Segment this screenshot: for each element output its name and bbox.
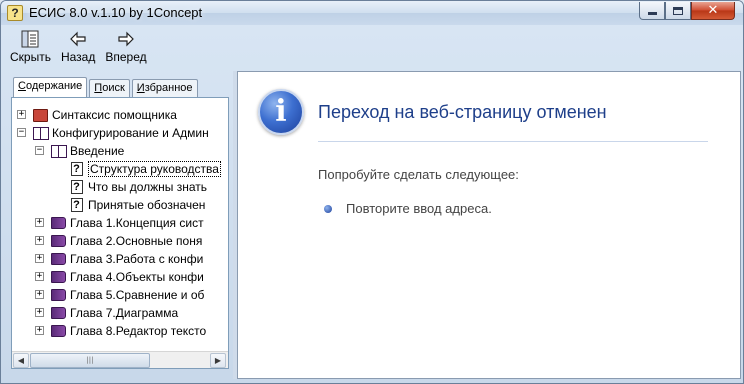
app-icon: ? xyxy=(7,5,23,21)
expand-toggle[interactable]: + xyxy=(35,254,44,263)
tab-contents-accel: С xyxy=(18,80,26,92)
tree-item-label: Глава 2.Основные поня xyxy=(70,234,203,248)
forward-button[interactable]: Вперед xyxy=(100,27,151,67)
page-title: Переход на веб-страницу отменен xyxy=(318,102,607,122)
hide-button[interactable]: Скрыть xyxy=(5,27,56,67)
tree-item-label: Введение xyxy=(70,144,125,158)
minimize-icon xyxy=(647,12,657,15)
tree-item[interactable]: Глава 1.Концепция сист xyxy=(50,214,204,232)
tree-item-label: Глава 3.Работа с конфи xyxy=(70,252,204,266)
tree-item[interactable]: Глава 4.Объекты конфи xyxy=(50,268,204,286)
forward-arrow-icon xyxy=(117,29,135,49)
expand-toggle[interactable]: + xyxy=(35,218,44,227)
tree-item[interactable]: Глава 5.Сравнение и об xyxy=(50,286,204,304)
tree-item[interactable]: Синтаксис помощника xyxy=(32,106,177,124)
closed-book-icon xyxy=(50,252,67,267)
tree-item-label: Принятые обозначен xyxy=(88,198,206,212)
help-window: ? ЕСИС 8.0 v.1.10 by 1Concept ✕ Скрыть Н… xyxy=(0,0,744,384)
back-button[interactable]: Назад xyxy=(56,27,100,67)
closed-book-icon xyxy=(50,324,67,339)
tab-search[interactable]: Поиск xyxy=(89,79,130,98)
tree-item-label: Синтаксис помощника xyxy=(52,108,177,122)
help-page-icon: ? xyxy=(68,198,85,213)
closed-book-icon xyxy=(50,270,67,285)
maximize-button[interactable] xyxy=(665,2,691,20)
maximize-icon xyxy=(673,6,683,15)
tree-item[interactable]: ? Принятые обозначен xyxy=(68,196,205,214)
closed-book-icon xyxy=(50,306,67,321)
suggestion-heading: Попробуйте сделать следующее: xyxy=(318,167,519,182)
horizontal-scrollbar[interactable]: ◀ ||| ▶ xyxy=(12,351,228,368)
info-icon: i xyxy=(258,89,304,135)
scroll-thumb[interactable]: ||| xyxy=(30,353,150,368)
expand-toggle[interactable]: + xyxy=(17,110,26,119)
closed-book-icon xyxy=(50,234,67,249)
tree-item[interactable]: Глава 8.Редактор тексто xyxy=(50,322,206,340)
open-book-icon xyxy=(50,144,67,159)
closed-book-icon xyxy=(50,288,67,303)
tree-item[interactable]: Введение xyxy=(50,142,124,160)
minimize-button[interactable] xyxy=(639,2,665,20)
hide-label: Скрыть xyxy=(10,50,51,64)
tree-item-label: Что вы должны знать xyxy=(88,180,208,194)
collapse-toggle[interactable]: − xyxy=(35,146,44,155)
window-controls: ✕ xyxy=(639,2,735,20)
contents-tree[interactable]: + Синтаксис помощника − Конфигурирование… xyxy=(11,97,229,369)
collapse-toggle[interactable]: − xyxy=(17,128,26,137)
tree-item-label: Глава 1.Концепция сист xyxy=(70,216,204,230)
expand-toggle[interactable]: + xyxy=(35,290,44,299)
tree-item-label: Глава 4.Объекты конфи xyxy=(70,270,204,284)
tab-favorites-accel: И xyxy=(136,82,145,94)
tree-item[interactable]: Глава 3.Работа с конфи xyxy=(50,250,203,268)
suggestion-item: Повторите ввод адреса. xyxy=(346,201,492,216)
tree-item-label: Структура руководства xyxy=(88,161,221,177)
tree-item-selected[interactable]: ? Структура руководства xyxy=(68,160,221,178)
closed-book-icon xyxy=(50,216,67,231)
tab-contents-label: одержание xyxy=(25,80,83,92)
tree-item-label: Глава 7.Диаграмма xyxy=(70,306,179,320)
tree-item[interactable]: ? Что вы должны знать xyxy=(68,178,207,196)
nav-tabs: Содержание Поиск Избранное xyxy=(13,77,200,99)
help-page-icon: ? xyxy=(68,180,85,195)
tree-item[interactable]: Конфигурирование и Админ xyxy=(32,124,209,142)
toolbar: Скрыть Назад Вперед xyxy=(5,27,739,69)
tree-item-label: Глава 8.Редактор тексто xyxy=(70,324,207,338)
bullet-icon xyxy=(324,205,332,213)
navigation-pane: Содержание Поиск Избранное + Синтаксис п… xyxy=(7,71,233,379)
title-divider xyxy=(318,141,708,142)
expand-toggle[interactable]: + xyxy=(35,272,44,281)
close-button[interactable]: ✕ xyxy=(691,2,735,20)
back-label: Назад xyxy=(60,50,96,64)
red-book-icon xyxy=(32,108,49,123)
tree-item-label: Конфигурирование и Админ xyxy=(52,126,209,140)
title-bar[interactable]: ? ЕСИС 8.0 v.1.10 by 1Concept ✕ xyxy=(1,1,743,25)
hide-pane-icon xyxy=(20,29,40,49)
open-book-icon xyxy=(32,126,49,141)
tree-item[interactable]: Глава 7.Диаграмма xyxy=(50,304,178,322)
scroll-right-icon[interactable]: ▶ xyxy=(210,353,226,368)
expand-toggle[interactable]: + xyxy=(35,236,44,245)
forward-label: Вперед xyxy=(105,50,147,64)
tree-item-label: Глава 5.Сравнение и об xyxy=(70,288,205,302)
close-icon: ✕ xyxy=(707,2,719,18)
tab-search-label: оиск xyxy=(102,82,125,94)
back-arrow-icon xyxy=(69,29,87,49)
help-page-icon: ? xyxy=(68,162,85,177)
tab-favorites-label: збранное xyxy=(144,82,193,94)
expand-toggle[interactable]: + xyxy=(35,308,44,317)
window-title: ЕСИС 8.0 v.1.10 by 1Concept xyxy=(29,5,203,20)
scroll-left-icon[interactable]: ◀ xyxy=(13,353,29,368)
expand-toggle[interactable]: + xyxy=(35,326,44,335)
content-pane: i Переход на веб-страницу отменен Попроб… xyxy=(237,71,741,379)
tab-contents[interactable]: Содержание xyxy=(13,77,88,98)
tab-favorites[interactable]: Избранное xyxy=(131,79,198,98)
tree-item[interactable]: Глава 2.Основные поня xyxy=(50,232,202,250)
